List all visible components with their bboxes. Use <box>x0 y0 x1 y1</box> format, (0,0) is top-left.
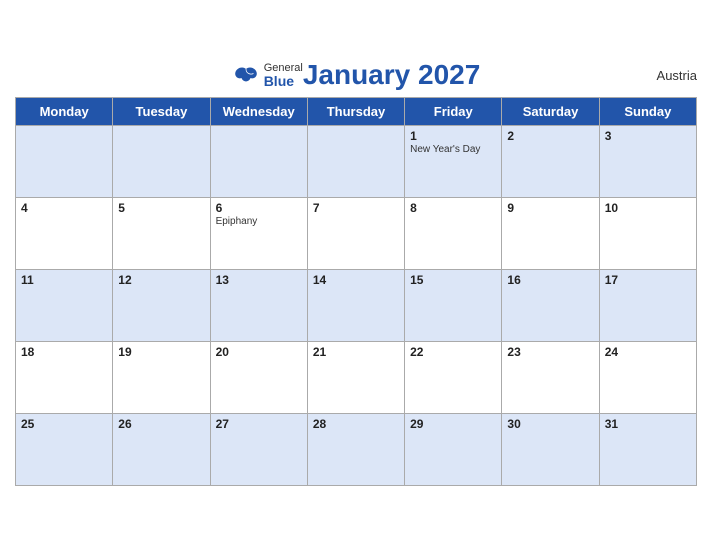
table-row: 29 <box>405 414 502 486</box>
table-row: 8 <box>405 198 502 270</box>
col-tuesday: Tuesday <box>113 98 210 126</box>
weekday-header-row: Monday Tuesday Wednesday Thursday Friday… <box>16 98 697 126</box>
table-row: 26 <box>113 414 210 486</box>
day-number: 1 <box>410 129 496 143</box>
day-number: 22 <box>410 345 496 359</box>
table-row: 4 <box>16 198 113 270</box>
col-saturday: Saturday <box>502 98 599 126</box>
table-row: 17 <box>599 270 696 342</box>
day-number: 3 <box>605 129 691 143</box>
table-row: 1New Year's Day <box>405 126 502 198</box>
day-number: 28 <box>313 417 399 431</box>
day-number: 11 <box>21 273 107 287</box>
logo-text: General Blue <box>264 63 303 88</box>
day-number: 20 <box>216 345 302 359</box>
logo: General Blue <box>232 63 303 88</box>
calendar-header: General Blue January 2027 Austria <box>15 59 697 91</box>
table-row: 23 <box>502 342 599 414</box>
table-row <box>210 126 307 198</box>
table-row: 7 <box>307 198 404 270</box>
table-row: 16 <box>502 270 599 342</box>
col-thursday: Thursday <box>307 98 404 126</box>
logo-blue-label: Blue <box>264 74 294 88</box>
table-row: 14 <box>307 270 404 342</box>
day-number: 18 <box>21 345 107 359</box>
table-row: 12 <box>113 270 210 342</box>
table-row: 31 <box>599 414 696 486</box>
table-row: 5 <box>113 198 210 270</box>
day-number: 6 <box>216 201 302 215</box>
day-number: 17 <box>605 273 691 287</box>
holiday-name: Epiphany <box>216 216 302 227</box>
day-number: 21 <box>313 345 399 359</box>
day-number: 2 <box>507 129 593 143</box>
table-row: 19 <box>113 342 210 414</box>
day-number: 24 <box>605 345 691 359</box>
day-number: 14 <box>313 273 399 287</box>
week-row-3: 11 12 13 14 15 16 17 <box>16 270 697 342</box>
week-row-1: 1New Year's Day 23 <box>16 126 697 198</box>
table-row: 2 <box>502 126 599 198</box>
table-row: 13 <box>210 270 307 342</box>
table-row: 11 <box>16 270 113 342</box>
holiday-name: New Year's Day <box>410 144 496 155</box>
day-number: 8 <box>410 201 496 215</box>
week-row-4: 18 19 20 21 22 23 24 <box>16 342 697 414</box>
day-number: 16 <box>507 273 593 287</box>
table-row: 30 <box>502 414 599 486</box>
table-row: 18 <box>16 342 113 414</box>
day-number: 9 <box>507 201 593 215</box>
table-row: 15 <box>405 270 502 342</box>
table-row: 24 <box>599 342 696 414</box>
day-number: 30 <box>507 417 593 431</box>
table-row: 3 <box>599 126 696 198</box>
day-number: 10 <box>605 201 691 215</box>
day-number: 19 <box>118 345 204 359</box>
day-number: 29 <box>410 417 496 431</box>
table-row: 10 <box>599 198 696 270</box>
calendar-title: January 2027 <box>303 59 480 91</box>
day-number: 23 <box>507 345 593 359</box>
day-number: 12 <box>118 273 204 287</box>
table-row <box>113 126 210 198</box>
logo-bird-icon <box>232 66 260 84</box>
table-row: 22 <box>405 342 502 414</box>
table-row: 21 <box>307 342 404 414</box>
table-row: 27 <box>210 414 307 486</box>
day-number: 13 <box>216 273 302 287</box>
col-wednesday: Wednesday <box>210 98 307 126</box>
day-number: 7 <box>313 201 399 215</box>
day-number: 15 <box>410 273 496 287</box>
table-row <box>307 126 404 198</box>
week-row-5: 25 26 27 28 29 30 31 <box>16 414 697 486</box>
logo-general-label: General <box>264 63 303 74</box>
day-number: 4 <box>21 201 107 215</box>
calendar-wrapper: General Blue January 2027 Austria Monday… <box>0 49 712 501</box>
table-row <box>16 126 113 198</box>
calendar-table: Monday Tuesday Wednesday Thursday Friday… <box>15 97 697 486</box>
table-row: 6Epiphany <box>210 198 307 270</box>
day-number: 27 <box>216 417 302 431</box>
day-number: 31 <box>605 417 691 431</box>
table-row: 28 <box>307 414 404 486</box>
week-row-2: 456Epiphany78910 <box>16 198 697 270</box>
day-number: 25 <box>21 417 107 431</box>
country-label: Austria <box>657 68 697 83</box>
table-row: 25 <box>16 414 113 486</box>
col-sunday: Sunday <box>599 98 696 126</box>
day-number: 26 <box>118 417 204 431</box>
day-number: 5 <box>118 201 204 215</box>
col-monday: Monday <box>16 98 113 126</box>
col-friday: Friday <box>405 98 502 126</box>
table-row: 20 <box>210 342 307 414</box>
table-row: 9 <box>502 198 599 270</box>
